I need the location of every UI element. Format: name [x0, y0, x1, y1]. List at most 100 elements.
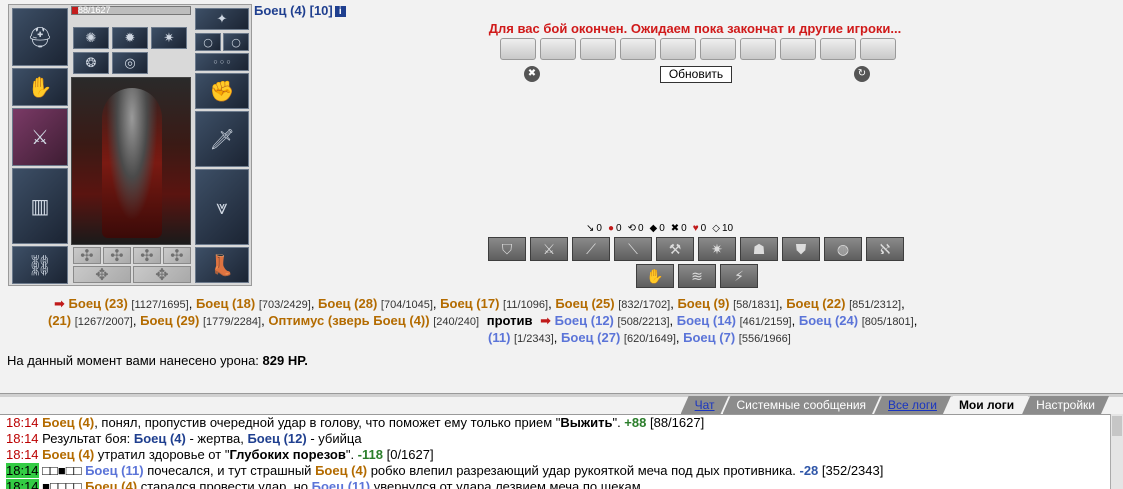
- fighter-link[interactable]: Боец (29): [140, 313, 199, 328]
- damage-value: 829 HP.: [262, 353, 308, 368]
- boots-slot[interactable]: 👢: [195, 247, 249, 283]
- fighter-link[interactable]: Боец (22): [786, 296, 845, 311]
- ring-icon: ○: [231, 35, 241, 49]
- fighter-link[interactable]: (21): [48, 313, 71, 328]
- skill-button[interactable]: ⚡: [720, 264, 758, 288]
- empty-slot-icon: ✣: [110, 246, 124, 265]
- tab-all-logs[interactable]: Все логи: [874, 396, 951, 414]
- skill-button[interactable]: ⛉: [488, 237, 526, 261]
- scroll-slot[interactable]: [540, 38, 576, 60]
- small-slots[interactable]: ◦◦◦: [195, 53, 249, 71]
- skill-button[interactable]: ⚔: [530, 237, 568, 261]
- rune-icon: ✺: [85, 30, 97, 46]
- skill-button[interactable]: ✷: [698, 237, 736, 261]
- fighter-link[interactable]: Боец (11): [85, 463, 144, 478]
- fighter-link[interactable]: Боец (7): [683, 330, 735, 345]
- tab-chat[interactable]: Чат: [681, 396, 729, 414]
- scroll-slot[interactable]: [500, 38, 536, 60]
- team1-line-2: (21) [1267/2007], Боец (29) [1779/2284],…: [48, 313, 918, 328]
- empty-slot-6[interactable]: ✥: [133, 265, 191, 284]
- scroll-slot[interactable]: [620, 38, 656, 60]
- fighter-link[interactable]: Боец (4): [315, 463, 367, 478]
- ring-slot-2[interactable]: ○: [223, 33, 249, 51]
- scrollbar-thumb[interactable]: [1112, 416, 1122, 436]
- empty-slot-icon: ✣: [80, 246, 94, 265]
- fighter-link[interactable]: Боец (27): [561, 330, 620, 345]
- stats-row: ↘ 0 ● 0 ⟲ 0 ◆ 0 ✖ 0 ♥ 0 ◇ 10: [586, 223, 733, 234]
- empty-slot-5[interactable]: ✥: [73, 265, 131, 284]
- fighter-link[interactable]: (11): [488, 330, 510, 345]
- rune-slot-2[interactable]: ✹: [112, 27, 148, 49]
- fighter-link[interactable]: Боец (24): [799, 313, 858, 328]
- scroll-slot[interactable]: [700, 38, 736, 60]
- info-icon[interactable]: i: [334, 6, 346, 17]
- slash-icon: ⟋: [586, 240, 596, 257]
- tab-settings[interactable]: Настройки: [1022, 396, 1109, 414]
- fighter-link[interactable]: Боец (23): [69, 296, 128, 311]
- tab-my-logs[interactable]: Мои логи: [945, 396, 1028, 414]
- log-scrollbar[interactable]: [1110, 414, 1123, 489]
- skill-button[interactable]: ⛊: [782, 237, 820, 261]
- scroll-slot[interactable]: [740, 38, 776, 60]
- refresh-button[interactable]: Обновить: [660, 66, 732, 83]
- skill-button[interactable]: ℵ: [866, 237, 904, 261]
- fighter-link[interactable]: Боец (11): [312, 479, 371, 489]
- skill-button[interactable]: ◍: [824, 237, 862, 261]
- fighter-link[interactable]: Боец (4): [85, 479, 137, 489]
- log-time: 18:14: [6, 479, 39, 489]
- empty-slot-1[interactable]: ✣: [73, 246, 101, 265]
- axe-icon: ⚒: [668, 240, 682, 257]
- bracers-slot[interactable]: ✋: [12, 68, 68, 106]
- scroll-slot[interactable]: [820, 38, 856, 60]
- close-scrolls-icon[interactable]: ✖: [524, 66, 540, 82]
- earring-slot[interactable]: ✦: [195, 8, 249, 30]
- skill-button[interactable]: ≋: [678, 264, 716, 288]
- fighter-link[interactable]: Боец (28): [318, 296, 377, 311]
- rune-slot-1[interactable]: ✺: [73, 27, 109, 49]
- belt-slot[interactable]: ⛓: [12, 246, 68, 284]
- skill-button[interactable]: ⟋: [572, 237, 610, 261]
- scroll-slot[interactable]: [660, 38, 696, 60]
- fighter-link[interactable]: Боец (17): [440, 296, 499, 311]
- cross-icon: ✖: [670, 223, 680, 234]
- cycle-scrolls-icon[interactable]: ↻: [854, 66, 870, 82]
- skill-button[interactable]: ☗: [740, 237, 778, 261]
- fighter-link[interactable]: Оптимус (зверь Боец (4)): [268, 313, 429, 328]
- skill-button[interactable]: ⚒: [656, 237, 694, 261]
- legs-slot[interactable]: ⩔: [195, 169, 249, 245]
- fighter-link[interactable]: Боец (4): [42, 415, 94, 430]
- offhand-slot[interactable]: 🗡: [195, 111, 249, 167]
- scroll-slot[interactable]: [580, 38, 616, 60]
- tab-system-messages[interactable]: Системные сообщения: [723, 396, 881, 414]
- fighter-link[interactable]: Боец (9): [677, 296, 729, 311]
- fighter-link[interactable]: Боец (12): [247, 431, 306, 446]
- empty-slot-2[interactable]: ✣: [103, 246, 131, 265]
- amulet-slot[interactable]: ❂: [73, 52, 109, 74]
- stat-dodge: ✖ 0: [670, 223, 687, 234]
- helmet-slot[interactable]: ⛑: [12, 8, 68, 66]
- fighter-link[interactable]: Боец (14): [677, 313, 736, 328]
- rune-icon: ✷: [163, 30, 175, 46]
- gloves-slot[interactable]: ✊: [195, 73, 249, 109]
- ring-slot[interactable]: ◎: [112, 52, 148, 74]
- knight-figure: [102, 88, 162, 238]
- dagger-icon: 🗡: [209, 127, 235, 151]
- fighter-link[interactable]: Боец (12): [555, 313, 614, 328]
- fighter-link[interactable]: Боец (4): [42, 447, 94, 462]
- ring-slot-1[interactable]: ○: [195, 33, 221, 51]
- scroll-slot[interactable]: [780, 38, 816, 60]
- fighter-link[interactable]: Боец (25): [555, 296, 614, 311]
- empty-slot-4[interactable]: ✣: [163, 246, 191, 265]
- rune-icon: ✹: [124, 30, 136, 46]
- fighter-link[interactable]: Боец (18): [196, 296, 255, 311]
- rune-slot-3[interactable]: ✷: [151, 27, 187, 49]
- empty-slot-icon: ✣: [140, 246, 154, 265]
- weapon-slot[interactable]: ⚔: [12, 108, 68, 166]
- hit-zone-marks: ■□□□□: [42, 479, 82, 489]
- armor-slot[interactable]: ▥: [12, 168, 68, 244]
- fighter-link[interactable]: Боец (4): [134, 431, 186, 446]
- scroll-slot[interactable]: [860, 38, 896, 60]
- skill-button[interactable]: ⟍: [614, 237, 652, 261]
- skill-button[interactable]: ✋: [636, 264, 674, 288]
- empty-slot-3[interactable]: ✣: [133, 246, 161, 265]
